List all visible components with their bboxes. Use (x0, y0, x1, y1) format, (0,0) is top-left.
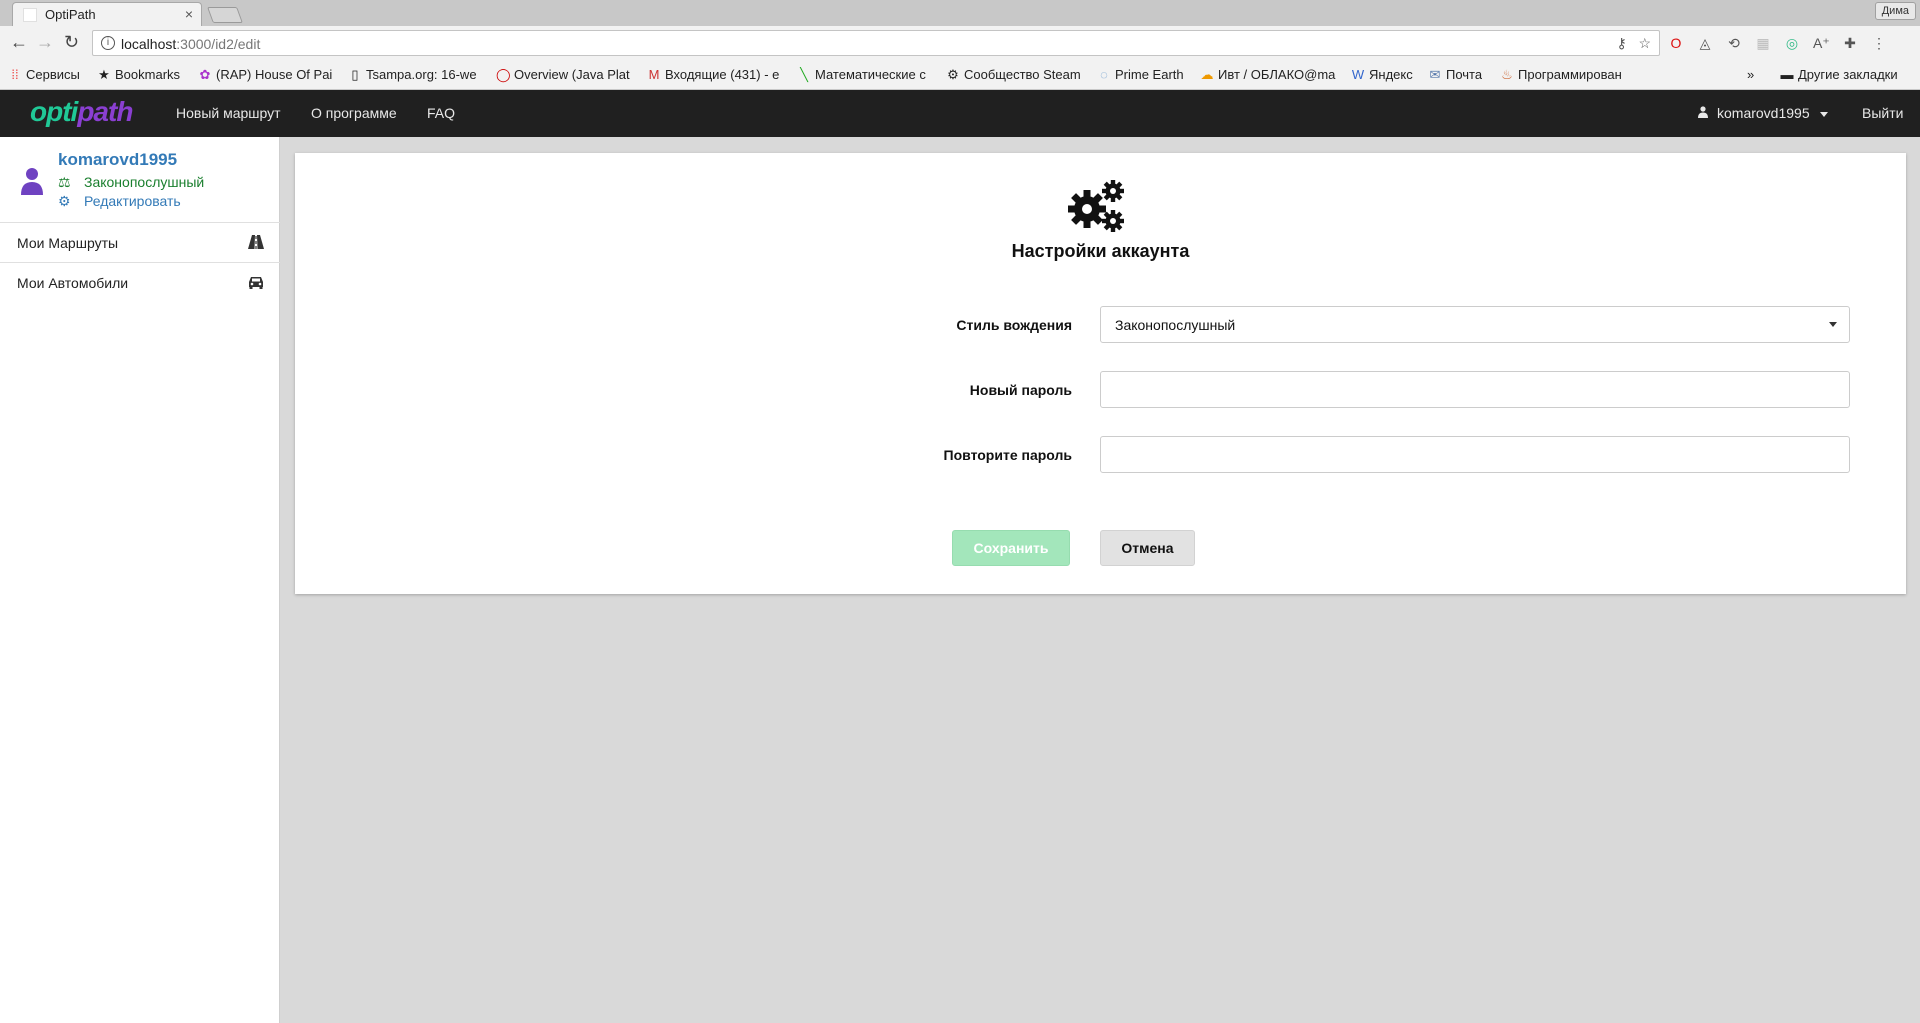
color-extension-icon[interactable]: ◎ (1784, 35, 1800, 52)
driving-style-label: Стиль вождения (956, 317, 1072, 333)
site-info-icon[interactable]: i (101, 36, 115, 50)
extension-icon[interactable]: ◬ (1697, 35, 1713, 52)
wiki-icon: W (1351, 67, 1365, 82)
driving-style-selected: Законопослушный (1115, 317, 1236, 333)
star-icon: ★ (98, 67, 110, 82)
opera-extension-icon[interactable]: O (1668, 35, 1684, 52)
java-icon: ♨ (1501, 67, 1513, 82)
save-button[interactable]: Сохранить (952, 530, 1070, 566)
rap-icon: ✿ (199, 67, 211, 82)
logout-link[interactable]: Выйти (1862, 105, 1903, 121)
optipath-logo[interactable]: optipath (30, 96, 133, 128)
bookmark-item[interactable]: ☁ Ивт / ОБЛАКО@ma (1200, 67, 1338, 83)
extensions-bar: O ◬ ⟲ ▦ ◎ A⁺ ✚ ⋮ (1668, 35, 1887, 52)
menu-kebab-icon[interactable]: ⋮ (1871, 35, 1887, 52)
browser-tab-strip: OptiPath × Дима (0, 0, 1920, 26)
cancel-button[interactable]: Отмена (1100, 530, 1195, 566)
font-extension-icon[interactable]: A⁺ (1813, 35, 1830, 52)
speech-icon: ◌ (1100, 67, 1108, 82)
puzzle-extension-icon[interactable]: ✚ (1842, 35, 1858, 52)
bookmark-item[interactable]: ★ Bookmarks (97, 67, 180, 83)
sidebar-item-label: Мои Маршруты (17, 235, 119, 251)
bookmark-item[interactable]: ▯ Tsampa.org: 16-we (348, 67, 484, 83)
user-menu-dropdown[interactable]: komarovd1995 (1698, 105, 1828, 121)
car-icon (249, 277, 263, 289)
sidebar: komarovd1995 ⚖ Законопослушный ⚙ Редактиро… (0, 137, 280, 1023)
bookmark-item[interactable]: ♨ Программирован (1500, 67, 1640, 83)
bookmark-item[interactable]: ╲ Математические с (797, 67, 933, 83)
bookmark-item[interactable]: ⁞⁞ Сервисы (8, 67, 80, 82)
bookmarks-bar: ⁞⁞ Сервисы ★ Bookmarks ✿ (RAP) House Of Pai… (0, 60, 1920, 90)
new-password-wrapper (1100, 371, 1850, 408)
address-bar[interactable]: i localhost:3000/id2/edit ⚷ ☆ (92, 30, 1660, 56)
cogs-icon: ⚙ (58, 193, 71, 209)
address-url: localhost:3000/id2/edit (121, 36, 261, 52)
bookmark-item[interactable]: M Входящие (431) - e (647, 67, 783, 82)
cloud-icon: ☁ (1200, 67, 1214, 82)
reload-icon[interactable]: ↻ (64, 33, 79, 51)
omnibox-actions: ⚷ ☆ (1617, 35, 1652, 52)
mail-icon: ✉ (1429, 67, 1441, 82)
new-password-label: Новый пароль (969, 382, 1072, 398)
chevron-down-icon (1829, 322, 1837, 327)
edit-profile-link[interactable]: ⚙ Редактировать (58, 193, 181, 210)
browser-tab[interactable]: OptiPath × (12, 2, 202, 26)
other-bookmarks-folder[interactable]: ▬ Другие закладки (1780, 67, 1898, 82)
bookmark-star-icon[interactable]: ☆ (1638, 35, 1651, 51)
repeat-password-field[interactable] (1101, 437, 1849, 472)
tab-title: OptiPath (45, 7, 96, 22)
sync-extension-icon[interactable]: ⟲ (1726, 35, 1742, 52)
gmail-icon: M (648, 67, 660, 82)
driving-style-select[interactable]: Законопослушный (1100, 306, 1850, 343)
cogs-icon (1068, 180, 1124, 232)
scales-icon: ⚖ (58, 174, 71, 190)
browser-profile-button[interactable]: Дима (1874, 2, 1916, 20)
browser-toolbar: ← → ↻ i localhost:3000/id2/edit ⚷ ☆ O ◬ … (0, 26, 1920, 60)
bookmark-item[interactable]: ◯ Overview (Java Plat (496, 67, 634, 83)
avatar-icon (21, 168, 43, 195)
forward-arrow-icon[interactable]: → (36, 33, 54, 51)
nav-about[interactable]: О программе (311, 105, 397, 121)
grid-extension-icon[interactable]: ▦ (1755, 35, 1771, 52)
repeat-password-label: Повторите пароль (943, 447, 1072, 463)
apps-grid-icon: ⁞⁞ (11, 67, 19, 82)
repeat-password-wrapper (1100, 436, 1850, 473)
driving-style-status: ⚖ Законопослушный (58, 174, 205, 190)
profile-username[interactable]: komarovd1995 (58, 150, 177, 170)
sidebar-item-my-cars[interactable]: Мои Автомобили (0, 262, 280, 302)
tab-close-icon[interactable]: × (185, 6, 193, 22)
bookmark-item[interactable]: ⚙ Сообщество Steam (946, 67, 1084, 83)
nav-faq[interactable]: FAQ (427, 105, 455, 121)
road-icon (248, 235, 264, 249)
sidebar-item-label: Мои Автомобили (17, 275, 129, 291)
bookmark-item[interactable]: ◌ Prime Earth (1097, 67, 1184, 82)
page-title: Настройки аккаунта (1011, 241, 1190, 261)
key-icon[interactable]: ⚷ (1617, 35, 1627, 51)
sidebar-item-my-routes[interactable]: Мои Маршруты (0, 222, 280, 262)
bookmark-item[interactable]: W Яндекс (1351, 67, 1413, 82)
app-navbar: optipath Новый маршрут О программе FAQ k… (0, 90, 1920, 137)
new-tab-button[interactable] (207, 7, 243, 23)
chevron-down-icon (1819, 111, 1828, 117)
bookmark-item[interactable]: ✉ Почта (1428, 67, 1483, 83)
account-settings-card: Настройки аккаунта Стиль вождения Законо… (295, 153, 1906, 594)
steam-icon: ⚙ (947, 67, 959, 82)
folder-icon: ▬ (1780, 67, 1794, 82)
bookmark-item[interactable]: ✿ (RAP) House Of Pai (198, 67, 336, 83)
back-arrow-icon[interactable]: ← (10, 33, 28, 51)
nav-new-route[interactable]: Новый маршрут (176, 105, 281, 121)
bookmarks-overflow-icon[interactable]: » (1747, 67, 1754, 82)
page-icon: ▯ (351, 67, 359, 82)
math-icon: ╲ (800, 67, 808, 82)
tab-favicon-icon (23, 8, 37, 22)
new-password-field[interactable] (1101, 372, 1849, 407)
oracle-icon: ◯ (496, 67, 511, 82)
